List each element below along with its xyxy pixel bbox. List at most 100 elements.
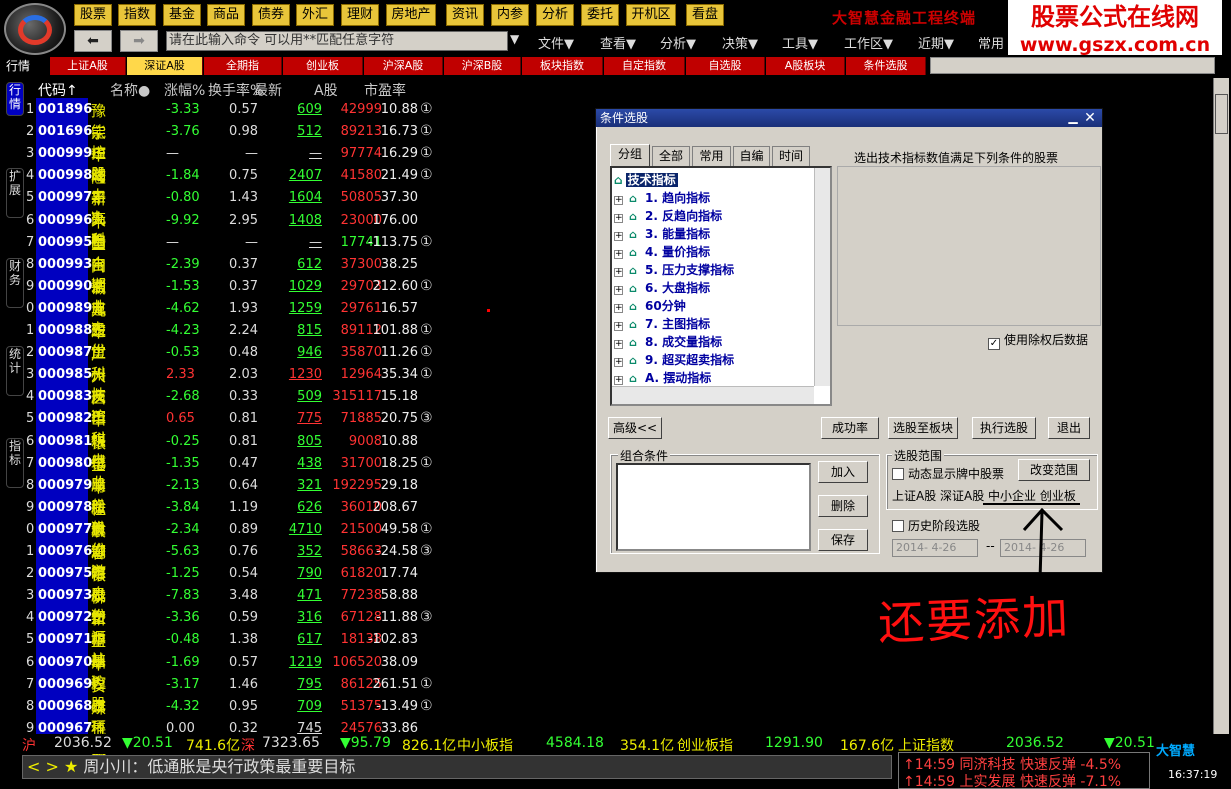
- history-select-checkbox[interactable]: 历史阶段选股: [892, 517, 980, 534]
- indicator-tree[interactable]: ⌂ 技术指标 + ⌂ 1. 趋向指标 + ⌂ 2. 反趋向指标 + ⌂ 3. 能量指标 + ⌂ 4. 量…: [610, 166, 832, 406]
- checkbox-icon[interactable]: [892, 520, 904, 532]
- menu-button[interactable]: 基金: [163, 4, 201, 26]
- tree-item[interactable]: + ⌂ 8. 成交量指标: [614, 333, 722, 350]
- forward-button[interactable]: ➡: [120, 30, 158, 52]
- menu-item[interactable]: 工作区▼: [844, 33, 893, 52]
- tree-item[interactable]: + ⌂ 6. 大盘指标: [614, 279, 710, 296]
- tab-scrollbar[interactable]: [930, 57, 1215, 74]
- menu-button[interactable]: 看盘: [686, 4, 724, 26]
- menu-item[interactable]: 分析▼: [660, 33, 696, 52]
- menu-button[interactable]: 指数: [118, 4, 156, 26]
- menu-item[interactable]: 文件▼: [538, 33, 574, 52]
- menu-button[interactable]: 商品: [207, 4, 245, 26]
- menu-button[interactable]: 债券: [252, 4, 290, 26]
- expand-icon[interactable]: +: [614, 196, 623, 205]
- news-ticker[interactable]: < > ★ 周小川：低通胀是央行政策最重要目标: [22, 755, 892, 779]
- add-button[interactable]: 加入: [818, 461, 868, 483]
- dialog-tab[interactable]: 全部: [652, 146, 690, 166]
- command-dropdown-icon[interactable]: ▼: [510, 32, 519, 46]
- checkbox-checked-icon[interactable]: ✓: [988, 338, 1000, 350]
- expand-icon[interactable]: +: [614, 358, 623, 367]
- expand-icon[interactable]: +: [614, 250, 623, 259]
- menu-item[interactable]: 工具▼: [782, 33, 818, 52]
- date-to-input[interactable]: 2014- 4-26: [1000, 539, 1086, 557]
- expand-icon[interactable]: +: [614, 232, 623, 241]
- expand-icon[interactable]: +: [614, 214, 623, 223]
- expand-icon[interactable]: +: [614, 268, 623, 277]
- side-tab[interactable]: 扩展: [6, 168, 24, 218]
- tree-item[interactable]: + ⌂ 60分钟: [614, 297, 686, 314]
- menu-button[interactable]: 委托: [581, 4, 619, 26]
- tree-item[interactable]: + ⌂ 2. 反趋向指标: [614, 207, 722, 224]
- header-latest[interactable]: 最新: [254, 80, 282, 100]
- side-tab[interactable]: 财务: [6, 258, 24, 308]
- market-tab[interactable]: 自选股: [686, 57, 765, 75]
- tree-item[interactable]: + ⌂ 3. 能量指标: [614, 225, 710, 242]
- change-range-button[interactable]: 改变范围: [1018, 459, 1090, 481]
- scrollbar-thumb[interactable]: [1215, 94, 1228, 134]
- side-tab[interactable]: 统计: [6, 346, 24, 396]
- menu-button[interactable]: 房地产: [386, 4, 436, 26]
- market-tab[interactable]: 深证A股: [127, 57, 203, 75]
- market-tab[interactable]: A股板块: [766, 57, 845, 75]
- menu-item[interactable]: 查看▼: [600, 33, 636, 52]
- advanced-button[interactable]: 高级<<: [608, 417, 662, 439]
- menu-button[interactable]: 理财: [341, 4, 379, 26]
- market-tab[interactable]: 条件选股: [846, 57, 926, 75]
- dialog-tab[interactable]: 常用: [692, 146, 731, 166]
- tree-item[interactable]: + ⌂ 4. 量价指标: [614, 243, 710, 260]
- tree-item[interactable]: + ⌂ 9. 超买超卖指标: [614, 351, 734, 368]
- menu-button[interactable]: 开机区: [626, 4, 676, 26]
- table-scrollbar[interactable]: [1213, 78, 1229, 734]
- market-tab[interactable]: 沪深A股: [364, 57, 443, 75]
- expand-icon[interactable]: +: [614, 286, 623, 295]
- menu-button[interactable]: 外汇: [296, 4, 334, 26]
- side-tab[interactable]: 行情: [6, 82, 24, 116]
- news-headline[interactable]: 周小川：低通胀是央行政策最重要目标: [83, 757, 355, 776]
- tree-item[interactable]: + ⌂ 7. 主图指标: [614, 315, 710, 332]
- market-tab[interactable]: 板块指数: [522, 57, 603, 75]
- exit-button[interactable]: 退出: [1048, 417, 1090, 439]
- market-tab[interactable]: 上证A股: [50, 57, 126, 75]
- tree-root[interactable]: ⌂ 技术指标: [614, 171, 678, 188]
- menu-item[interactable]: 决策▼: [722, 33, 758, 52]
- dialog-tab[interactable]: 自编: [733, 146, 770, 166]
- alert-item[interactable]: ↑14:59 上实发展 快速反弹 -7.1%: [903, 771, 1121, 789]
- header-pe[interactable]: 市盈率: [364, 80, 406, 100]
- command-input[interactable]: 请在此输入命令 可以用**匹配任意字符: [166, 31, 508, 51]
- checkbox-icon[interactable]: [892, 468, 904, 480]
- delete-button[interactable]: 删除: [818, 495, 868, 517]
- save-button[interactable]: 保存: [818, 529, 868, 551]
- market-tab[interactable]: 自定指数: [604, 57, 685, 75]
- run-select-button[interactable]: 执行选股: [972, 417, 1036, 439]
- expand-icon[interactable]: +: [614, 376, 623, 385]
- header-change[interactable]: 涨幅%: [164, 80, 205, 100]
- header-name[interactable]: 名称●: [110, 80, 150, 100]
- tree-item[interactable]: + ⌂ A. 摆动指标: [614, 369, 711, 386]
- app-logo-icon[interactable]: [4, 3, 66, 55]
- use-adjusted-checkbox[interactable]: ✓ 使用除权后数据: [988, 331, 1088, 350]
- dialog-tab[interactable]: 时间: [772, 146, 810, 166]
- date-from-input[interactable]: 2014- 4-26: [892, 539, 978, 557]
- select-to-block-button[interactable]: 选股至板块: [888, 417, 958, 439]
- back-button[interactable]: ⬅: [74, 30, 112, 52]
- tree-vertical-scrollbar[interactable]: [814, 168, 830, 386]
- success-rate-button[interactable]: 成功率: [821, 417, 879, 439]
- expand-icon[interactable]: +: [614, 304, 623, 313]
- dialog-tab[interactable]: 分组: [610, 144, 650, 166]
- market-tab[interactable]: 全期指: [204, 57, 282, 75]
- market-tab[interactable]: 沪深B股: [444, 57, 521, 75]
- dynamic-display-checkbox[interactable]: 动态显示牌中股票: [892, 465, 1004, 482]
- header-ashare[interactable]: A股: [314, 80, 338, 100]
- market-tab[interactable]: 创业板: [283, 57, 363, 75]
- side-tab[interactable]: 指标: [6, 438, 24, 488]
- tree-horizontal-scrollbar[interactable]: [612, 386, 814, 404]
- close-icon[interactable]: ✕: [1082, 111, 1098, 125]
- menu-item[interactable]: 近期▼: [918, 33, 954, 52]
- expand-icon[interactable]: +: [614, 340, 623, 349]
- minimize-icon[interactable]: ▁: [1066, 110, 1080, 124]
- header-code[interactable]: 代码↑: [38, 80, 78, 100]
- menu-button[interactable]: 股票: [74, 4, 112, 26]
- news-nav-icons[interactable]: < > ★: [27, 757, 78, 776]
- menu-button[interactable]: 资讯: [446, 4, 484, 26]
